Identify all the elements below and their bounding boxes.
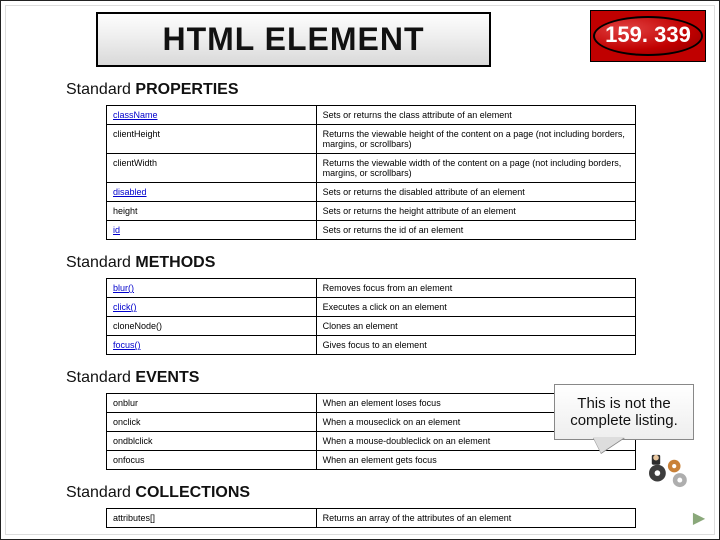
reference-table: blur()Removes focus from an elementclick… [106,278,636,355]
cell-name: onfocus [107,451,317,470]
section-heading-bold: METHODS [135,254,215,271]
cell-desc: Gives focus to an element [316,336,635,355]
section-heading-bold: EVENTS [135,369,199,386]
table-row: clientHeightReturns the viewable height … [107,125,636,154]
table-row: className Sets or returns the class attri… [107,106,636,125]
cell-desc: Returns an array of the attributes of an… [316,509,635,528]
section-heading-prefix: Standard [66,254,135,271]
title-bar: HTML ELEMENT [96,12,491,67]
section-heading-prefix: Standard [66,81,135,98]
cell-name: onclick [107,413,317,432]
cell-desc: Sets or returns the id of an element [316,221,635,240]
cell-desc: Executes a click on an element [316,298,635,317]
slide: HTML ELEMENT 159. 339 Standard PROPERTIE… [0,0,720,540]
reference-link[interactable]: id [113,225,120,235]
cell-desc: Sets or returns the height attribute of … [316,202,635,221]
gear-decoration [642,452,698,490]
table-row: disabled Sets or returns the disabled att… [107,183,636,202]
section-heading: Standard COLLECTIONS [66,484,714,502]
cell-name: disabled [107,183,317,202]
cell-name: clientWidth [107,154,317,183]
reference-link[interactable]: focus() [113,340,141,350]
section-heading: Standard PROPERTIES [66,81,714,99]
section-heading-bold: COLLECTIONS [135,484,250,501]
table-row: blur() Removes focus from an element [107,279,636,298]
reference-link[interactable]: click() [113,302,137,312]
table-row: attributes[]Returns an array of the attr… [107,509,636,528]
reference-link[interactable]: blur() [113,283,134,293]
cell-name: focus() [107,336,317,355]
cell-name: ondblclick [107,432,317,451]
page-number: 159. 339 [593,16,703,56]
cell-name: onblur [107,394,317,413]
cell-desc: Returns the viewable width of the conten… [316,154,635,183]
section-heading-prefix: Standard [66,484,135,501]
callout: This is not the complete listing. [554,384,694,440]
cell-name: height [107,202,317,221]
page-title: HTML ELEMENT [162,21,424,58]
cell-desc: Sets or returns the class attribute of a… [316,106,635,125]
reference-table: attributes[]Returns an array of the attr… [106,508,636,528]
cell-name: attributes[] [107,509,317,528]
cell-desc: Removes focus from an element [316,279,635,298]
section-heading-prefix: Standard [66,369,135,386]
callout-text: This is not the complete listing. [570,395,678,429]
next-arrow-icon[interactable]: ▶ [690,510,708,528]
section-heading: Standard METHODS [66,254,714,272]
cell-desc: Clones an element [316,317,635,336]
sections-container: Standard PROPERTIES className Sets or retu… [6,81,714,528]
table-row: cloneNode()Clones an element [107,317,636,336]
callout-box: This is not the complete listing. [554,384,694,440]
cell-desc: Returns the viewable height of the conte… [316,125,635,154]
cell-name: clientHeight [107,125,317,154]
table-row: click() Executes a click on an element [107,298,636,317]
table-row: onfocusWhen an element gets focus [107,451,636,470]
section-heading-bold: PROPERTIES [135,81,238,98]
cell-name: className [107,106,317,125]
page-number-badge: 159. 339 [590,10,706,62]
slide-inner: HTML ELEMENT 159. 339 Standard PROPERTIE… [5,5,715,535]
table-row: heightSets or returns the height attribu… [107,202,636,221]
table-row: clientWidthReturns the viewable width of… [107,154,636,183]
reference-table: className Sets or returns the class attri… [106,105,636,240]
callout-tail [593,437,625,453]
table-row: focus() Gives focus to an element [107,336,636,355]
cell-desc: When an element gets focus [316,451,635,470]
cell-name: id [107,221,317,240]
gears-icon [642,452,698,490]
reference-link[interactable]: disabled [113,187,147,197]
cell-name: blur() [107,279,317,298]
reference-link[interactable]: className [113,110,158,120]
cell-name: click() [107,298,317,317]
cell-desc: Sets or returns the disabled attribute o… [316,183,635,202]
table-row: id Sets or returns the id of an element [107,221,636,240]
cell-name: cloneNode() [107,317,317,336]
